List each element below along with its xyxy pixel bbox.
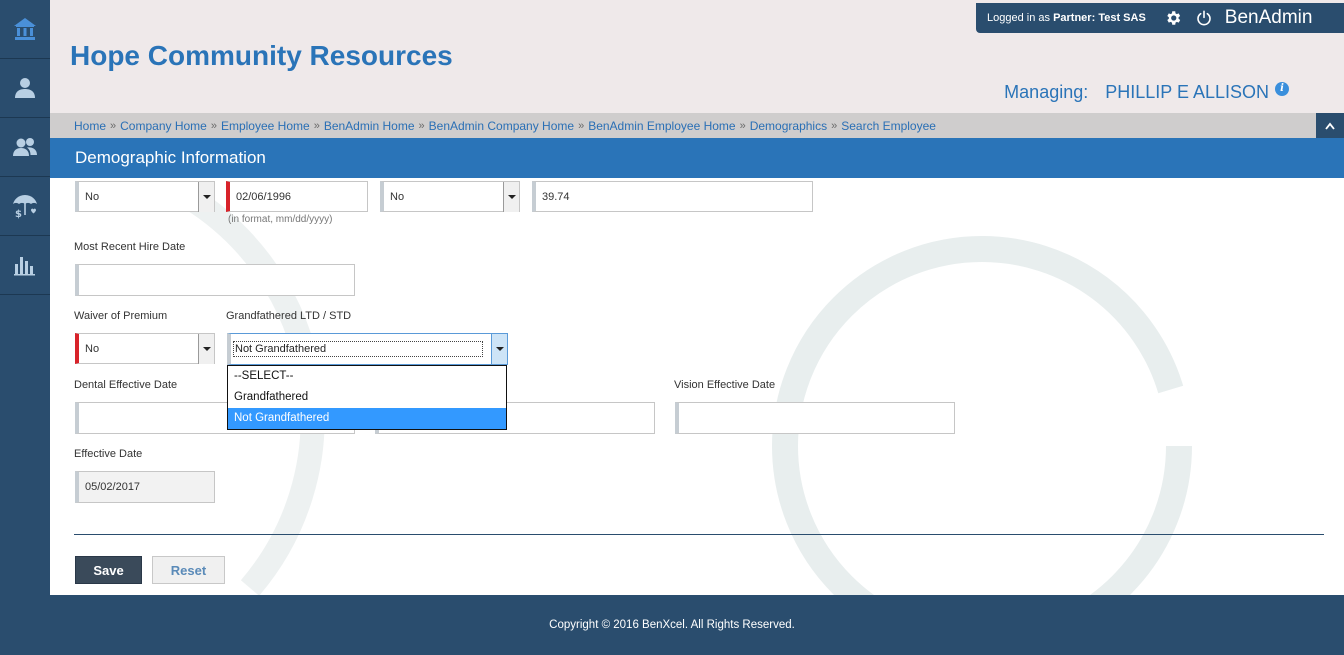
- option-not-grandfathered[interactable]: Not Grandfathered: [228, 408, 506, 429]
- select-field-2[interactable]: No: [380, 181, 520, 212]
- vision-effective-date-input[interactable]: [675, 402, 955, 434]
- copyright-text: Copyright © 2016 BenXcel. All Rights Res…: [549, 619, 795, 631]
- nav-employees[interactable]: [0, 118, 50, 177]
- brand-name: BenAdmin: [1224, 7, 1313, 28]
- footer: Copyright © 2016 BenXcel. All Rights Res…: [0, 595, 1344, 655]
- select-field-1[interactable]: No: [75, 181, 215, 212]
- chevron-down-icon: [202, 347, 211, 351]
- date-field[interactable]: 02/06/1996: [226, 181, 368, 212]
- section-title: Demographic Information: [50, 138, 1344, 178]
- breadcrumb-separator: »: [210, 119, 217, 132]
- most-recent-hire-date-input[interactable]: [75, 264, 355, 296]
- gear-icon[interactable]: [1164, 9, 1182, 27]
- left-nav: $: [0, 0, 50, 598]
- breadcrumb-search-employee[interactable]: Search Employee: [841, 119, 936, 133]
- company-title: Hope Community Resources: [70, 40, 453, 71]
- number-field[interactable]: 39.74: [532, 181, 813, 212]
- login-prefix: Logged in as: [987, 12, 1050, 24]
- bar-chart-icon: [14, 257, 35, 276]
- chevron-down-icon: [495, 347, 504, 351]
- login-role: Partner:: [1053, 12, 1096, 24]
- breadcrumb-employee-home[interactable]: Employee Home: [221, 119, 310, 133]
- breadcrumb-separator: »: [578, 119, 585, 132]
- chevron-up-icon: [1325, 122, 1335, 130]
- vision-effective-date-label: Vision Effective Date: [674, 379, 776, 391]
- collapse-header-button[interactable]: [1316, 113, 1344, 138]
- effective-date-label: Effective Date: [74, 448, 143, 460]
- breadcrumb-separator: »: [831, 119, 838, 132]
- breadcrumb-separator: »: [313, 119, 320, 132]
- select-field-1-toggle[interactable]: [198, 182, 214, 212]
- reset-button[interactable]: Reset: [152, 556, 225, 584]
- chevron-down-icon: [507, 195, 516, 199]
- breadcrumb: Home » Company Home » Employee Home » Be…: [50, 113, 1344, 138]
- breadcrumb-benadmin-home[interactable]: BenAdmin Home: [324, 119, 415, 133]
- dental-effective-date-label: Dental Effective Date: [74, 379, 178, 391]
- home-icon: [14, 18, 36, 40]
- effective-date-value: 05/02/2017: [85, 481, 141, 493]
- grandfathered-label: Grandfathered LTD / STD: [226, 310, 352, 322]
- effective-date-input[interactable]: 05/02/2017: [75, 471, 215, 503]
- date-format-hint: (in format, mm/dd/yyyy): [228, 214, 333, 225]
- benefits-umbrella-icon: $: [13, 195, 37, 219]
- info-icon[interactable]: i: [1275, 81, 1289, 96]
- breadcrumb-separator: »: [739, 119, 746, 132]
- grandfathered-select[interactable]: Not Grandfathered: [227, 333, 508, 365]
- waiver-of-premium-select[interactable]: No: [75, 333, 215, 364]
- chevron-down-icon: [202, 195, 211, 199]
- users-icon: [13, 138, 37, 156]
- managing-name: PHILLIP E ALLISON: [1105, 82, 1269, 102]
- select-field-2-toggle[interactable]: [503, 182, 519, 212]
- option-grandfathered[interactable]: Grandfathered: [228, 387, 506, 408]
- nav-employee[interactable]: [0, 59, 50, 118]
- demographic-form: No 02/06/1996 (in format, mm/dd/yyyy) No…: [50, 178, 1344, 595]
- breadcrumb-demographics[interactable]: Demographics: [750, 119, 827, 133]
- waiver-of-premium-toggle[interactable]: [198, 334, 214, 364]
- select-field-2-value: No: [390, 190, 405, 203]
- breadcrumb-benadmin-company-home[interactable]: BenAdmin Company Home: [429, 119, 574, 133]
- waiver-of-premium-value: No: [85, 342, 100, 355]
- breadcrumb-separator: »: [418, 119, 425, 132]
- grandfathered-dropdown-list: --SELECT-- Grandfathered Not Grandfather…: [227, 365, 507, 430]
- breadcrumb-benadmin-employee-home[interactable]: BenAdmin Employee Home: [588, 119, 735, 133]
- power-icon[interactable]: [1196, 10, 1212, 26]
- save-button[interactable]: Save: [75, 556, 142, 584]
- breadcrumb-home[interactable]: Home: [74, 119, 106, 133]
- form-divider: [74, 534, 1324, 535]
- managing-label: Managing:: [1004, 82, 1089, 102]
- top-user-bar: Logged in as Partner: Test SAS BenAdmin: [976, 3, 1344, 33]
- breadcrumb-separator: »: [110, 119, 117, 132]
- svg-text:$: $: [15, 209, 22, 219]
- waiver-of-premium-label: Waiver of Premium: [74, 310, 168, 322]
- nav-home[interactable]: [0, 0, 50, 59]
- grandfathered-value: Not Grandfathered: [233, 341, 483, 357]
- select-field-1-value: No: [85, 190, 100, 203]
- login-status: Logged in as Partner: Test SAS: [987, 12, 1146, 24]
- option-select[interactable]: --SELECT--: [228, 366, 506, 387]
- most-recent-hire-date-label: Most Recent Hire Date: [74, 241, 186, 253]
- number-field-value: 39.74: [542, 190, 570, 203]
- login-user: Test SAS: [1098, 12, 1146, 24]
- user-icon: [15, 78, 35, 98]
- header: Hope Community Resources Logged in as Pa…: [50, 0, 1344, 113]
- nav-benefits[interactable]: $: [0, 177, 50, 236]
- date-field-value: 02/06/1996: [236, 190, 292, 203]
- breadcrumb-company-home[interactable]: Company Home: [120, 119, 207, 133]
- grandfathered-toggle[interactable]: [491, 334, 507, 364]
- nav-reports[interactable]: [0, 236, 50, 295]
- managing-employee: Managing: PHILLIP E ALLISON i: [1004, 81, 1289, 103]
